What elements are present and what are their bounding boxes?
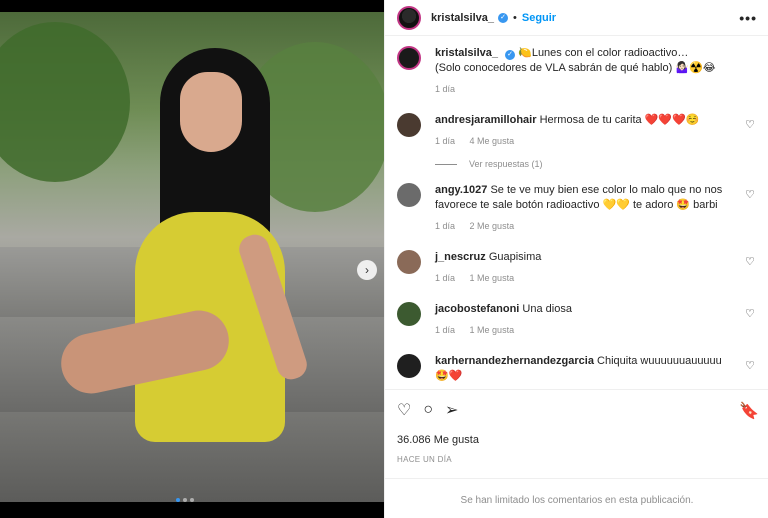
view-replies-button[interactable]: Ver respuestas (1)	[435, 159, 757, 169]
comment-item: jacobostefanoni Una diosa 1 día 1 Me gus…	[397, 302, 757, 338]
caption: kristalsilva_ ✓ 🍋Lunes con el color radi…	[397, 46, 757, 97]
heart-icon[interactable]: ♡	[745, 189, 757, 201]
post-timestamp: HACE UN DÍA	[397, 455, 452, 464]
bottom-black-bar	[0, 502, 384, 518]
heart-icon[interactable]: ♡	[745, 308, 757, 320]
comment-text: Guapisima	[488, 251, 542, 263]
comment-time: 1 día	[435, 325, 456, 335]
follow-button[interactable]: Seguir	[522, 12, 556, 24]
heart-icon[interactable]: ♡	[745, 256, 757, 268]
top-black-bar	[0, 0, 384, 12]
post-actions: ♡ ○ ➢ 🔖	[385, 389, 768, 429]
comment-username[interactable]: karhernandezhernandezgarcia	[435, 355, 594, 367]
post-photo[interactable]: ›	[0, 12, 384, 502]
comment-username[interactable]: jacobostefanoni	[435, 303, 519, 315]
comment-avatar[interactable]	[397, 250, 421, 274]
comment-username[interactable]: angy.1027	[435, 184, 487, 196]
verified-icon: ✓	[498, 12, 508, 23]
comment-item: j_nescruz Guapisima 1 día 1 Me gusta ♡	[397, 250, 757, 286]
comment-likes[interactable]: 1 Me gusta	[470, 325, 515, 335]
share-send-icon[interactable]: ➢	[445, 400, 458, 420]
more-options-icon[interactable]: •••	[739, 10, 757, 26]
heart-icon[interactable]: ♡	[745, 360, 757, 372]
caption-avatar[interactable]	[397, 46, 421, 70]
comment-username[interactable]: andresjaramillohair	[435, 114, 537, 126]
face	[180, 72, 242, 152]
carousel-next-icon[interactable]: ›	[357, 260, 377, 280]
save-bookmark-icon[interactable]: 🔖	[739, 401, 759, 421]
caption-text-line1: 🍋Lunes con el color radioactivo…	[518, 47, 689, 59]
comment-avatar[interactable]	[397, 302, 421, 326]
comment-time: 1 día	[435, 221, 456, 231]
caption-time: 1 día	[435, 84, 456, 94]
comment-likes[interactable]: 2 Me gusta	[470, 221, 515, 231]
comment-item: angy.1027 Se te ve muy bien ese color lo…	[397, 183, 757, 234]
post-header: kristalsilva_ ✓ • Seguir •••	[385, 0, 768, 36]
comment-text: Hermosa de tu carita ❤️❤️❤️☺️	[539, 114, 700, 126]
likes-count[interactable]: 36.086 Me gusta	[397, 434, 479, 446]
heart-icon[interactable]: ♡	[745, 119, 757, 131]
comment-time: 1 día	[435, 273, 456, 283]
instagram-post-viewer: › kristalsilva_ ✓ • Seguir ••• kristalsi…	[0, 0, 768, 518]
author-avatar[interactable]	[397, 5, 421, 30]
verified-icon: ✓	[505, 50, 516, 60]
replies-line	[435, 163, 457, 165]
comment-likes[interactable]: 4 Me gusta	[470, 136, 515, 146]
comment-item: andresjaramillohair Hermosa de tu carita…	[397, 113, 757, 149]
comments-limited-notice: Se han limitado los comentarios en esta …	[385, 478, 768, 518]
comment-time: 1 día	[435, 136, 456, 146]
comment-avatar[interactable]	[397, 354, 421, 378]
comments-list[interactable]: kristalsilva_ ✓ 🍋Lunes con el color radi…	[385, 36, 768, 389]
header-separator: •	[513, 11, 517, 24]
comment-bubble-icon[interactable]: ○	[423, 401, 433, 419]
comment-avatar[interactable]	[397, 113, 421, 137]
author-username[interactable]: kristalsilva_	[431, 12, 494, 24]
caption-text-line2: (Solo conocedores de VLA sabrán de qué h…	[435, 62, 716, 74]
post-side-panel: kristalsilva_ ✓ • Seguir ••• kristalsilv…	[384, 0, 768, 518]
comment-item: karhernandezhernandezgarcia Chiquita wuu…	[397, 354, 757, 384]
comment-username[interactable]: j_nescruz	[435, 251, 486, 263]
caption-username[interactable]: kristalsilva_	[435, 47, 498, 59]
view-replies-label: Ver respuestas (1)	[469, 159, 543, 169]
woman-in-yellow-dress	[40, 42, 340, 502]
comment-likes[interactable]: 1 Me gusta	[470, 273, 515, 283]
comment-avatar[interactable]	[397, 183, 421, 207]
comment-text: Una diosa	[522, 303, 572, 315]
like-heart-icon[interactable]: ♡	[397, 400, 411, 420]
